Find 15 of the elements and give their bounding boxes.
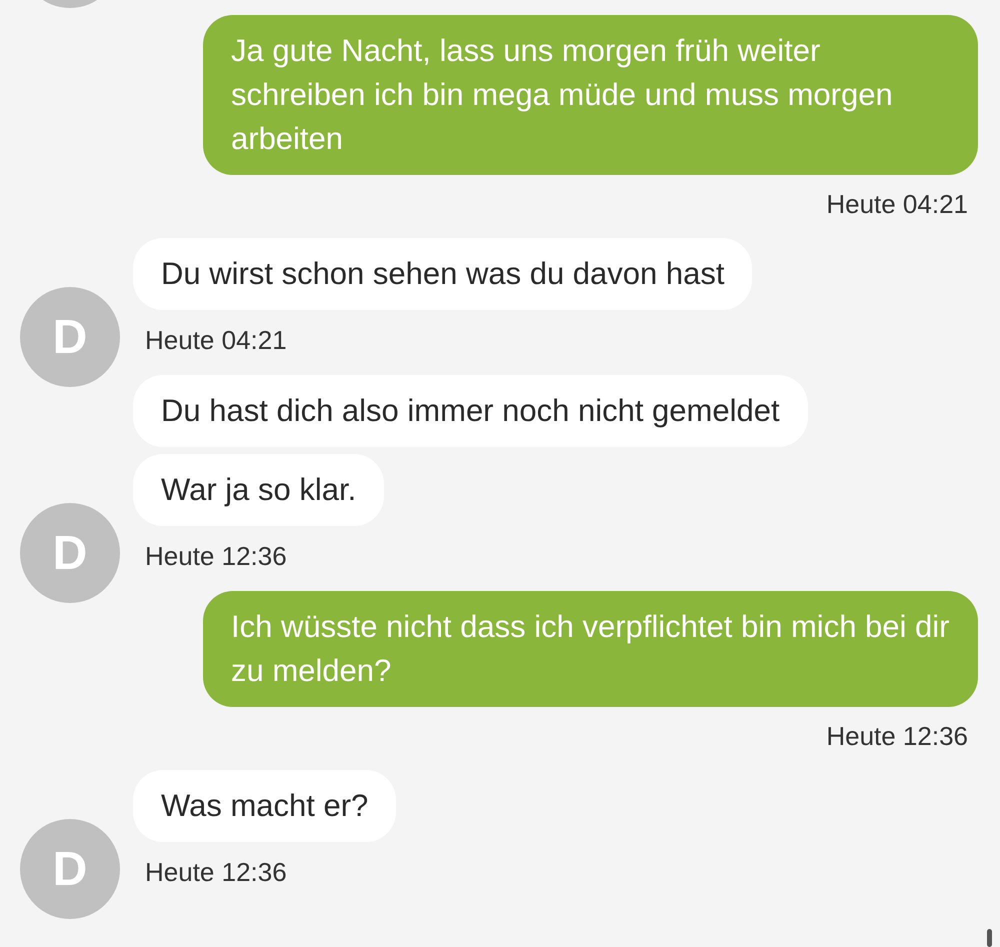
timestamp: Heute 04:21	[826, 188, 968, 221]
timestamp: Heute 12:36	[145, 540, 287, 573]
sent-message: Ja gute Nacht, lass uns morgen früh weiter schreiben ich bin mega müde und muss morgen arbeiten	[203, 15, 978, 175]
timestamp: Heute 12:36	[145, 856, 287, 889]
scrollbar[interactable]	[987, 929, 992, 947]
avatar: D	[20, 503, 120, 603]
avatar: D	[20, 287, 120, 387]
received-message: War ja so klar.	[133, 454, 384, 526]
received-message: Du wirst schon sehen was du davon hast	[133, 238, 752, 310]
timestamp: Heute 04:21	[145, 324, 287, 357]
avatar: D	[20, 819, 120, 919]
received-message: Du hast dich also immer noch nicht gemeldet	[133, 375, 808, 447]
sent-message: Ich wüsste nicht dass ich verpflichtet bin mich bei dir zu melden?	[203, 591, 978, 707]
received-message: Was macht er?	[133, 770, 396, 842]
timestamp: Heute 12:36	[826, 720, 968, 753]
